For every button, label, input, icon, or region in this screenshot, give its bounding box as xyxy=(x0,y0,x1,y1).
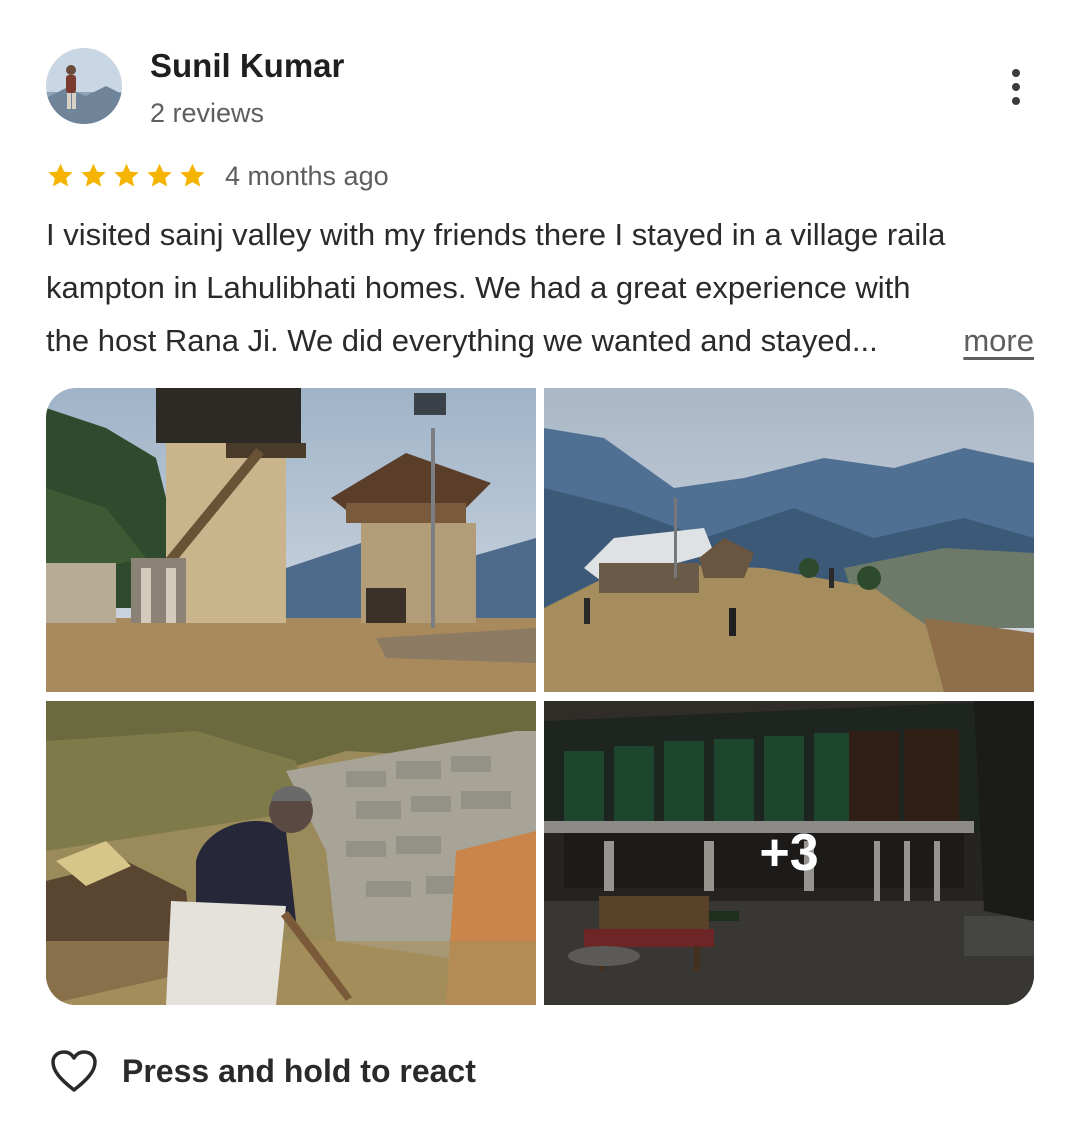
review-time: 4 months ago xyxy=(225,160,389,191)
review-header: Sunil Kumar 2 reviews xyxy=(46,48,1036,128)
review-text: I visited sainj valley with my friends t… xyxy=(46,208,1042,367)
react-button[interactable]: Press and hold to react xyxy=(50,1046,476,1096)
star-rating xyxy=(46,162,207,190)
photo-towers[interactable] xyxy=(46,388,536,692)
photo-grid: +3 xyxy=(46,388,1034,1005)
review-line: I visited sainj valley with my friends t… xyxy=(46,217,946,252)
more-link[interactable]: more xyxy=(963,314,1034,367)
review-line: kampton in Lahulibhati homes. We had a g… xyxy=(46,270,911,305)
reviewer-avatar[interactable] xyxy=(46,48,122,124)
star-icon xyxy=(81,163,106,187)
reviewer-review-count: 2 reviews xyxy=(150,98,265,128)
more-photos-overlay[interactable]: +3 xyxy=(544,701,1034,1005)
star-icon xyxy=(114,163,139,187)
photo-valley[interactable] xyxy=(544,388,1034,692)
rating-row: 4 months ago xyxy=(46,158,389,194)
heart-outline-icon xyxy=(51,1050,97,1092)
star-icon xyxy=(48,163,73,187)
star-icon xyxy=(180,163,205,187)
reviewer-name[interactable]: Sunil Kumar xyxy=(150,48,344,84)
star-icon xyxy=(147,163,172,187)
photo-man-working[interactable] xyxy=(46,701,536,1005)
more-photos-count: +3 xyxy=(759,824,819,882)
review-line: the host Rana Ji. We did everything we w… xyxy=(46,323,878,358)
photo-wooden-house[interactable]: +3 xyxy=(544,701,1034,1005)
react-label: Press and hold to react xyxy=(122,1052,476,1089)
more-vert-icon[interactable] xyxy=(996,64,1036,110)
